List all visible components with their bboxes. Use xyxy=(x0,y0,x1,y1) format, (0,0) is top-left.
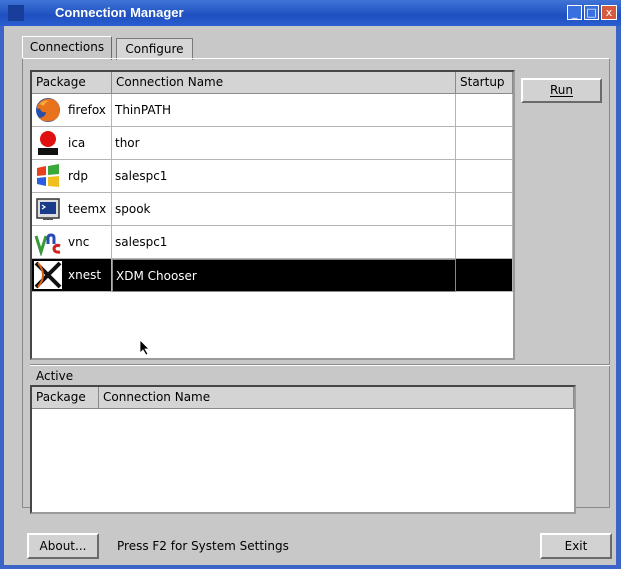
startup-cell xyxy=(456,127,513,160)
package-name: ica xyxy=(68,136,86,150)
package-cell: xnest xyxy=(32,259,112,292)
connection-manager-window: Connection Manager _ □ x Connections Con… xyxy=(0,0,621,569)
table-row-selected[interactable]: xnest XDM Chooser xyxy=(32,259,513,292)
x-window-icon xyxy=(34,261,62,289)
maximize-button[interactable]: □ xyxy=(584,5,599,20)
connection-name-cell: salespc1 xyxy=(112,226,456,259)
realvnc-icon xyxy=(34,229,61,256)
tab-connections[interactable]: Connections xyxy=(22,36,112,60)
firefox-icon xyxy=(36,98,60,122)
table-row[interactable]: ica thor xyxy=(32,127,513,160)
startup-cell xyxy=(456,193,513,226)
active-connections-table[interactable]: Package Connection Name xyxy=(30,385,576,514)
table-row[interactable]: rdp salespc1 xyxy=(32,160,513,193)
table-row[interactable]: teemx spook xyxy=(32,193,513,226)
startup-cell xyxy=(456,94,513,127)
package-cell: rdp xyxy=(32,160,112,193)
connection-name-cell: salespc1 xyxy=(112,160,456,193)
windows-flag-icon xyxy=(37,164,59,187)
package-name: vnc xyxy=(68,235,90,249)
connection-name-cell: spook xyxy=(112,193,456,226)
startup-cell xyxy=(456,259,513,292)
package-cell: vnc xyxy=(32,226,112,259)
startup-cell xyxy=(456,160,513,193)
run-button[interactable]: Run xyxy=(521,78,602,103)
window-title: Connection Manager xyxy=(55,5,184,20)
connection-name-cell: ThinPATH xyxy=(112,94,456,127)
package-name: firefox xyxy=(68,103,106,117)
startup-cell xyxy=(456,226,513,259)
column-header-startup[interactable]: Startup xyxy=(456,72,513,94)
close-button[interactable]: x xyxy=(601,5,617,20)
window-border-left xyxy=(0,26,4,569)
package-cell: ica xyxy=(32,127,112,160)
terminal-icon xyxy=(36,198,60,220)
mouse-pointer-icon xyxy=(139,339,150,356)
window-menu-icon[interactable] xyxy=(8,5,24,21)
about-button[interactable]: About... xyxy=(27,533,99,559)
connection-name-cell: XDM Chooser xyxy=(112,259,456,292)
package-name: xnest xyxy=(68,268,102,282)
table-row[interactable]: vnc salespc1 xyxy=(32,226,513,259)
column-header-package[interactable]: Package xyxy=(32,387,99,409)
package-cell: teemx xyxy=(32,193,112,226)
tab-configure[interactable]: Configure xyxy=(116,38,193,60)
table-row[interactable]: firefox ThinPATH xyxy=(32,94,513,127)
run-button-label: Run xyxy=(549,83,573,97)
ica-icon xyxy=(38,131,58,155)
connection-name-cell: thor xyxy=(112,127,456,160)
title-bar[interactable]: Connection Manager _ □ x xyxy=(0,0,621,26)
minimize-button[interactable]: _ xyxy=(567,5,582,20)
window-border-bottom xyxy=(0,565,621,569)
status-hint: Press F2 for System Settings xyxy=(117,539,289,553)
package-name: teemx xyxy=(68,202,107,216)
window-border-right xyxy=(616,26,621,569)
exit-button[interactable]: Exit xyxy=(540,533,612,559)
package-name: rdp xyxy=(68,169,88,183)
column-header-package[interactable]: Package xyxy=(32,72,112,94)
column-header-connection-name[interactable]: Connection Name xyxy=(112,72,456,94)
package-cell: firefox xyxy=(32,94,112,127)
connections-table[interactable]: Package Connection Name Startup firefox … xyxy=(30,70,515,360)
active-section-label: Active xyxy=(36,369,74,383)
section-separator xyxy=(30,364,610,366)
column-header-connection-name[interactable]: Connection Name xyxy=(99,387,574,409)
